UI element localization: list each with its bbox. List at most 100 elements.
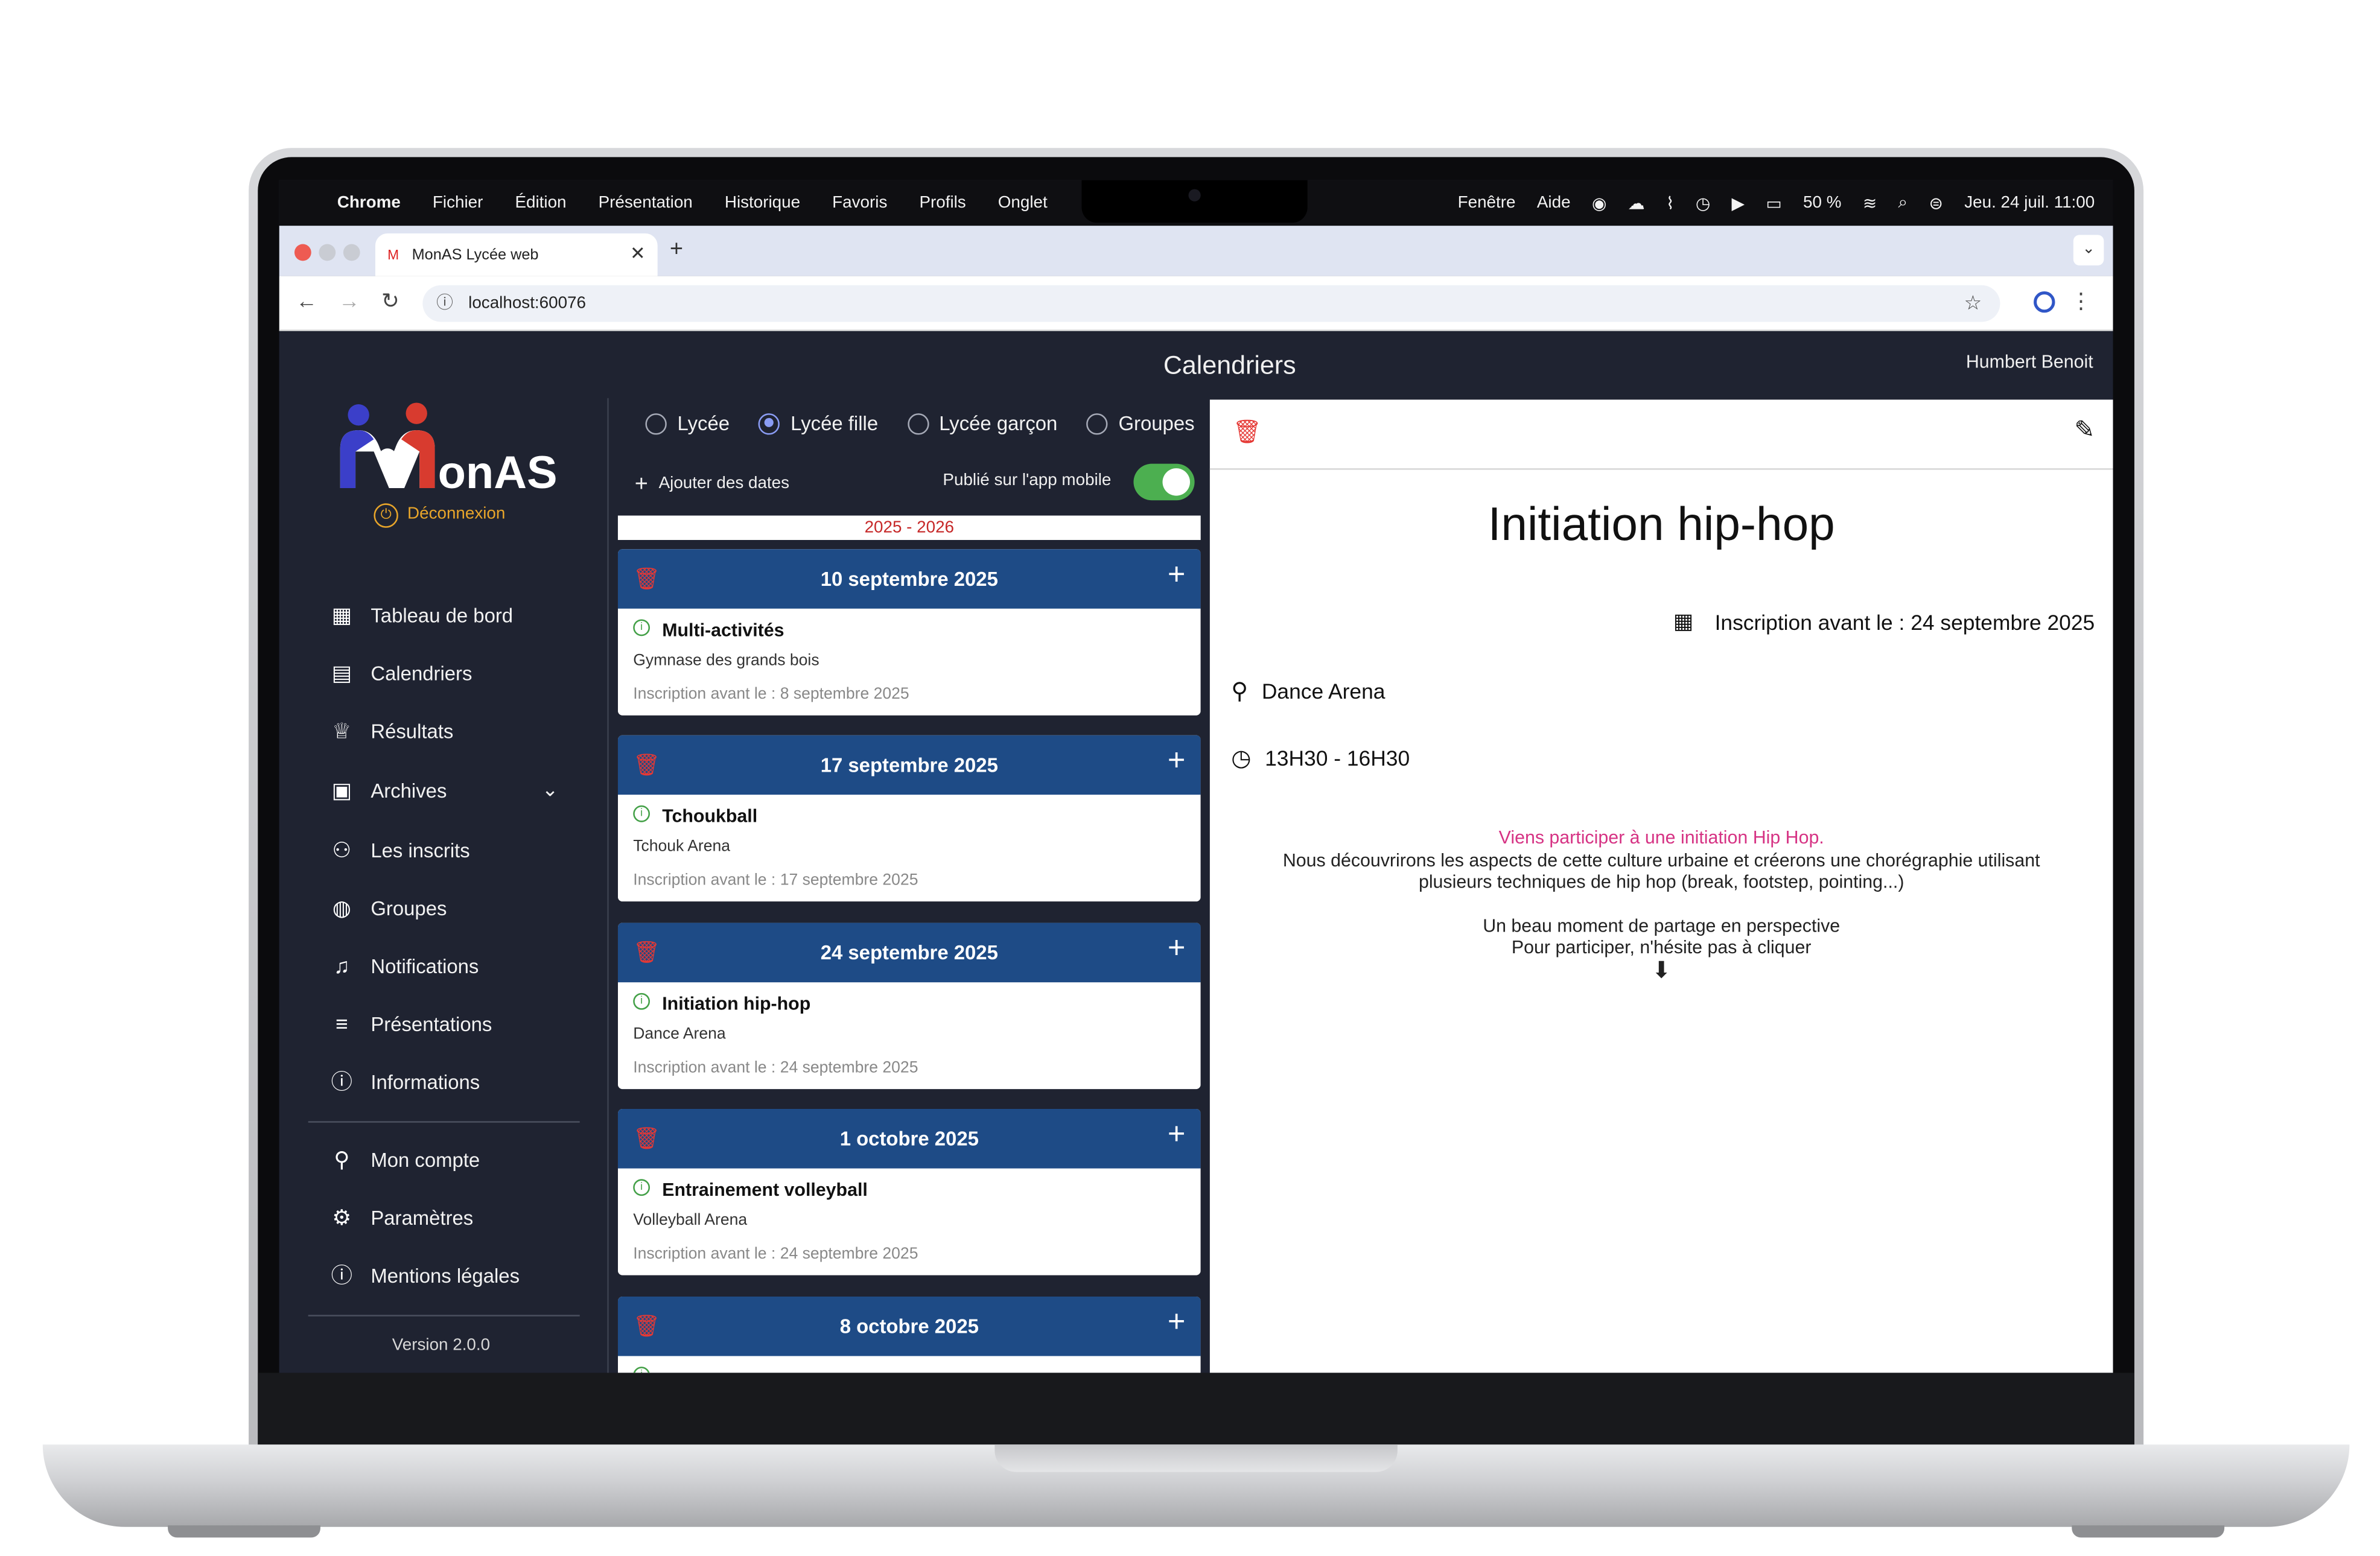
event-date-header: 🗑 1 octobre 2025 + [617,1109,1201,1169]
forward-icon[interactable]: → [339,288,360,313]
menu-item[interactable]: Favoris [832,194,887,212]
sidebar-item-legal[interactable]: ⓘ Mentions légales [329,1259,520,1292]
browser-menu-icon[interactable]: ⋮ [2070,288,2092,314]
control-center-icon[interactable]: ⊜ [1929,193,1943,212]
delete-icon[interactable]: 🗑 [633,1109,660,1169]
delete-icon[interactable]: 🗑 [633,549,660,609]
menu-item[interactable]: Fenêtre [1458,194,1516,212]
reload-icon[interactable]: ↻ [381,288,399,314]
event-description: Viens participer à une initiation Hip Ho… [1210,827,2113,982]
event-card[interactable]: 🗑 8 octobre 2025 + i [617,1296,1201,1373]
menu-item[interactable]: Édition [515,194,566,212]
menu-item[interactable]: Profils [919,194,966,212]
user-name[interactable]: Humbert Benoit [1966,351,2093,372]
radio-label: Lycée [677,411,730,435]
logout-label: Déconnexion [407,504,506,524]
sidebar-item-settings[interactable]: ⚙ Paramètres [329,1201,473,1234]
registration-text: Inscription avant le : 24 septembre 2025 [1714,609,2095,634]
site-info-icon[interactable]: ⓘ [436,285,453,322]
bookmark-star-icon[interactable]: ☆ [1964,285,1982,322]
info-icon[interactable]: i [633,805,651,822]
search-icon[interactable]: ⌕ [1898,193,1908,213]
radio-circle-selected[interactable] [759,412,780,434]
close-tab-icon[interactable]: ✕ [630,243,645,264]
add-icon[interactable]: + [1168,923,1186,980]
sidebar-item-calendars[interactable]: ▤ Calendriers [329,656,472,690]
event-card-selected[interactable]: 🗑 24 septembre 2025 + i Initiation hip-hop… [617,922,1201,1090]
dashboard-icon: ▦ [331,602,352,627]
fingerprint-icon[interactable]: ◉ [1592,193,1606,212]
event-card[interactable]: 🗑 1 octobre 2025 + i Entrainement volleyba… [617,1109,1201,1275]
delete-icon[interactable]: 🗑 [1233,418,1262,445]
close-window-button[interactable] [294,244,311,261]
sidebar-item-presentations[interactable]: ≡ Présentations [329,1007,492,1041]
sidebar-item-information[interactable]: ⓘ Informations [329,1065,480,1099]
sidebar-item-groups[interactable]: ◍ Groupes [329,891,447,924]
clock[interactable]: Jeu. 24 juil. 11:00 [1964,194,2095,212]
zoom-window-button[interactable] [343,244,360,261]
sidebar-item-account[interactable]: ⚲ Mon compte [329,1143,480,1177]
sidebar-item-label: Mon compte [371,1148,480,1171]
radio-circle[interactable] [645,412,667,434]
radio-lycee-fille[interactable]: Lycée fille [759,412,878,435]
radio-groupes[interactable]: Groupes [1086,412,1195,435]
chevron-down-icon[interactable]: ⌄ [542,778,559,802]
radio-circle[interactable] [1086,412,1108,434]
event-card[interactable]: 🗑 17 septembre 2025 + i Tchoukball Tchouk … [617,735,1201,902]
deadline-value: 24 septembre 2025 [780,1058,918,1077]
menu-item[interactable]: Présentation [599,194,693,212]
sidebar-item-results[interactable]: ♕ Résultats [329,714,453,748]
publish-toggle[interactable] [1133,463,1195,501]
browser-tab[interactable]: M MonAS Lycée web ✕ [375,233,658,276]
cloud-icon[interactable]: ☁ [1628,193,1645,212]
menu-item[interactable]: Aide [1537,194,1571,212]
sidebar-item-label: Tableau de bord [371,603,514,626]
radio-lycee-garcon[interactable]: Lycée garçon [907,412,1057,435]
info-icon[interactable]: i [633,1179,651,1196]
trophy-icon: ♕ [332,718,352,743]
tab-search-icon[interactable]: ⌄ [2073,235,2104,265]
add-icon[interactable]: + [1168,1297,1186,1353]
sidebar-item-archives[interactable]: ▣ Archives ⌄ [329,773,559,807]
event-list[interactable]: 🗑 10 septembre 2025 + i Multi-activités Gy… [617,549,1201,1373]
radio-circle[interactable] [907,412,929,434]
add-icon[interactable]: + [1168,735,1186,792]
new-tab-icon[interactable]: + [670,237,683,262]
sidebar-item-registered[interactable]: ⚇ Les inscrits [329,833,469,866]
info-icon[interactable]: i [633,1367,651,1373]
delete-icon[interactable]: 🗑 [633,923,660,983]
info-icon[interactable]: i [633,992,651,1010]
edit-document-icon[interactable]: ✎ [2074,415,2095,446]
add-icon[interactable]: + [1168,1109,1186,1166]
delete-icon[interactable]: 🗑 [633,735,660,795]
minimize-window-button[interactable] [319,244,336,261]
menu-item[interactable]: Onglet [998,194,1048,212]
browser-tabbar: M MonAS Lycée web ✕ + ⌄ [279,226,2113,276]
sidebar-item-notifications[interactable]: ♫ Notifications [329,949,479,983]
sidebar-border [607,398,609,1373]
play-icon[interactable]: ▶ [1732,193,1745,212]
back-icon[interactable]: ← [296,288,317,313]
time-machine-icon[interactable]: ◷ [1696,193,1710,212]
radio-lycee[interactable]: Lycée [645,412,730,435]
location-text: Dance Arena [1261,679,1386,703]
sidebar-item-dashboard[interactable]: ▦ Tableau de bord [329,598,514,632]
arrow-down-icon: ⬇ [1652,957,1672,983]
wifi-icon[interactable]: ≋ [1863,193,1877,212]
menu-app-name[interactable]: Chrome [337,194,401,212]
add-icon[interactable]: + [1168,549,1186,606]
info-icon[interactable]: i [633,619,651,637]
paperclip-icon[interactable]: ⌇ [1666,193,1675,212]
logout-button[interactable]: ⏻ Déconnexion [374,503,506,528]
gear-icon: ⚙ [332,1205,352,1230]
add-dates-button[interactable]: + Ajouter des dates [635,471,789,497]
display-icon[interactable]: ▭ [1766,193,1781,212]
event-card[interactable]: 🗑 10 septembre 2025 + i Multi-activités Gy… [617,549,1201,716]
align-center-icon: ≡ [335,1011,348,1036]
battery-percent[interactable]: 50 % [1803,194,1841,212]
profile-icon[interactable] [2034,291,2055,313]
delete-icon[interactable]: 🗑 [633,1297,660,1356]
menu-item[interactable]: Historique [725,194,800,212]
address-bar[interactable]: ⓘ localhost:60076 ☆ [422,285,2000,322]
menu-item[interactable]: Fichier [433,194,483,212]
